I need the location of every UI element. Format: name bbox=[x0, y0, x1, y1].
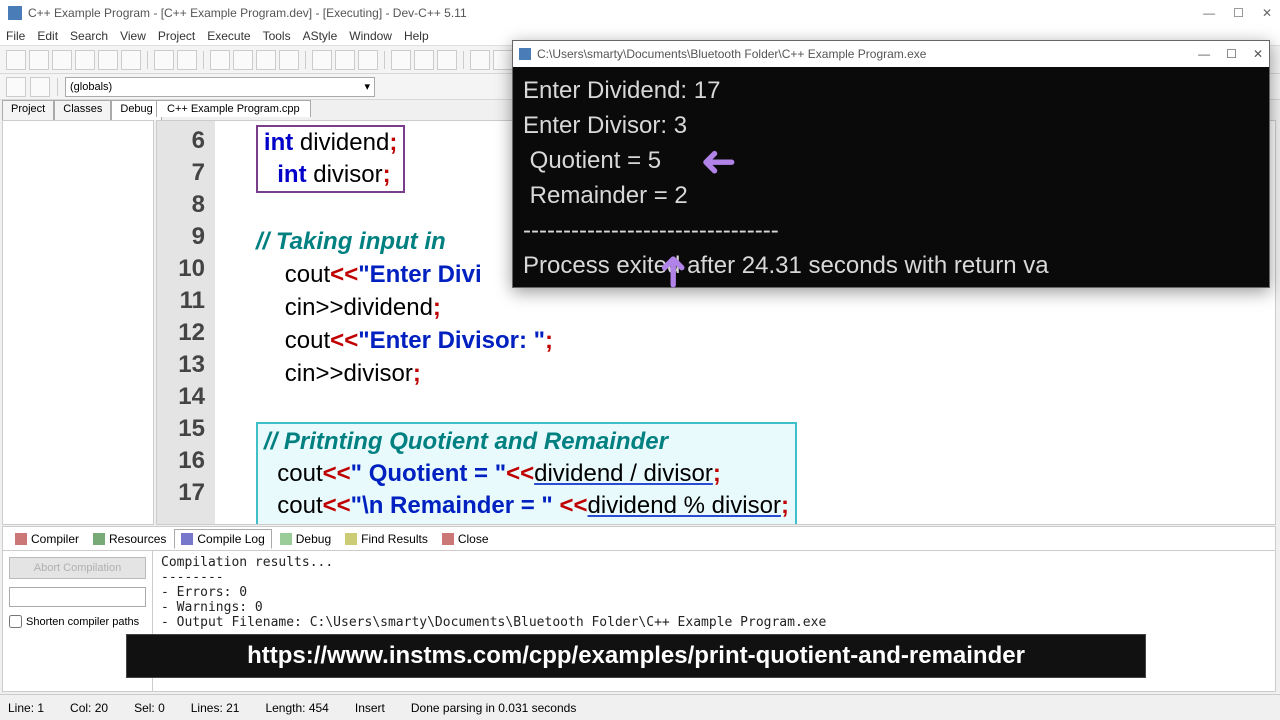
abort-compilation-button[interactable]: Abort Compilation bbox=[9, 557, 146, 579]
minimize-button[interactable]: — bbox=[1203, 6, 1215, 20]
menu-project[interactable]: Project bbox=[158, 29, 195, 43]
tb-print-icon[interactable] bbox=[121, 50, 141, 70]
status-sel: Sel: 0 bbox=[134, 701, 165, 715]
line-gutter: 678 91011 121314 151617 bbox=[157, 121, 215, 524]
menu-window[interactable]: Window bbox=[349, 29, 392, 43]
console-icon bbox=[519, 48, 531, 60]
btab-compiler[interactable]: Compiler bbox=[9, 530, 85, 548]
file-tab[interactable]: C++ Example Program.cpp bbox=[156, 100, 311, 117]
tab-debug[interactable]: Debug bbox=[111, 100, 161, 120]
sidebar-tabs: Project Classes Debug bbox=[2, 100, 152, 120]
tb-close-icon[interactable] bbox=[98, 50, 118, 70]
console-close-button[interactable]: ✕ bbox=[1253, 47, 1263, 61]
console-maximize-button[interactable]: ☐ bbox=[1226, 47, 1237, 61]
close-icon bbox=[442, 533, 454, 545]
status-col: Col: 20 bbox=[70, 701, 108, 715]
status-bar: Line: 1 Col: 20 Sel: 0 Lines: 21 Length:… bbox=[0, 694, 1280, 720]
btab-compilelog[interactable]: Compile Log bbox=[174, 529, 271, 549]
console-minimize-button[interactable]: — bbox=[1198, 47, 1210, 61]
arrow-annotation-icon: ➜ bbox=[700, 136, 737, 187]
menu-view[interactable]: View bbox=[120, 29, 146, 43]
window-titlebar: C++ Example Program - [C++ Example Progr… bbox=[0, 0, 1280, 26]
debug-icon bbox=[280, 533, 292, 545]
bottom-tabs: Compiler Resources Compile Log Debug Fin… bbox=[3, 527, 1275, 551]
status-insert: Insert bbox=[355, 701, 385, 715]
btab-debug[interactable]: Debug bbox=[274, 530, 337, 548]
tab-project[interactable]: Project bbox=[2, 100, 54, 120]
console-titlebar: C:\Users\smarty\Documents\Bluetooth Fold… bbox=[513, 41, 1269, 67]
tb-fwd-icon[interactable] bbox=[30, 77, 50, 97]
tb-sep bbox=[57, 78, 58, 96]
resources-icon bbox=[93, 533, 105, 545]
menu-astyle[interactable]: AStyle bbox=[303, 29, 338, 43]
status-line: Line: 1 bbox=[8, 701, 44, 715]
console-output: Enter Dividend: 17 Enter Divisor: 3 Quot… bbox=[513, 67, 1269, 289]
console-title-text: C:\Users\smarty\Documents\Bluetooth Fold… bbox=[537, 47, 926, 61]
tb-sep bbox=[203, 51, 204, 69]
menu-tools[interactable]: Tools bbox=[263, 29, 291, 43]
file-tabs: C++ Example Program.cpp bbox=[156, 100, 311, 117]
tb-profile-icon[interactable] bbox=[358, 50, 378, 70]
tb-stop-icon[interactable] bbox=[335, 50, 355, 70]
tb-find-icon[interactable] bbox=[470, 50, 490, 70]
app-icon bbox=[8, 6, 22, 20]
shorten-paths-checkbox[interactable]: Shorten compiler paths bbox=[9, 615, 146, 628]
chevron-down-icon: ▾ bbox=[364, 80, 370, 93]
globals-dropdown[interactable]: (globals) ▾ bbox=[65, 77, 375, 97]
btab-resources[interactable]: Resources bbox=[87, 530, 172, 548]
compile-input[interactable] bbox=[9, 587, 146, 607]
tb-undo-icon[interactable] bbox=[154, 50, 174, 70]
menu-execute[interactable]: Execute bbox=[207, 29, 250, 43]
tb-sep bbox=[305, 51, 306, 69]
find-icon bbox=[345, 533, 357, 545]
tb-sep bbox=[463, 51, 464, 69]
tb-redo-icon[interactable] bbox=[177, 50, 197, 70]
tb-new-icon[interactable] bbox=[6, 50, 26, 70]
menu-help[interactable]: Help bbox=[404, 29, 429, 43]
tb-compile-icon[interactable] bbox=[210, 50, 230, 70]
status-done: Done parsing in 0.031 seconds bbox=[411, 701, 576, 715]
tb-sep bbox=[384, 51, 385, 69]
tb-back-icon[interactable] bbox=[6, 77, 26, 97]
url-banner: https://www.instms.com/cpp/examples/prin… bbox=[126, 634, 1146, 678]
menu-search[interactable]: Search bbox=[70, 29, 108, 43]
tb-copy-icon[interactable] bbox=[414, 50, 434, 70]
menu-edit[interactable]: Edit bbox=[37, 29, 58, 43]
tb-open-icon[interactable] bbox=[29, 50, 49, 70]
tb-compilerun-icon[interactable] bbox=[256, 50, 276, 70]
globals-label: (globals) bbox=[70, 81, 112, 93]
close-button[interactable]: ✕ bbox=[1262, 6, 1272, 20]
tb-save-icon[interactable] bbox=[52, 50, 72, 70]
compiler-icon bbox=[15, 533, 27, 545]
menu-file[interactable]: File bbox=[6, 29, 25, 43]
sidebar-body bbox=[2, 120, 154, 525]
status-length: Length: 454 bbox=[265, 701, 328, 715]
tb-run-icon[interactable] bbox=[233, 50, 253, 70]
tb-sep bbox=[147, 51, 148, 69]
window-title: C++ Example Program - [C++ Example Progr… bbox=[28, 6, 467, 20]
btab-close[interactable]: Close bbox=[436, 530, 495, 548]
tb-cut-icon[interactable] bbox=[391, 50, 411, 70]
status-lines: Lines: 21 bbox=[191, 701, 240, 715]
maximize-button[interactable]: ☐ bbox=[1233, 6, 1244, 20]
console-window: C:\Users\smarty\Documents\Bluetooth Fold… bbox=[512, 40, 1270, 288]
btab-findresults[interactable]: Find Results bbox=[339, 530, 434, 548]
tb-saveall-icon[interactable] bbox=[75, 50, 95, 70]
tab-classes[interactable]: Classes bbox=[54, 100, 111, 120]
tb-rebuild-icon[interactable] bbox=[279, 50, 299, 70]
tb-paste-icon[interactable] bbox=[437, 50, 457, 70]
arrow-annotation-icon: ➜ bbox=[647, 253, 698, 290]
compilelog-icon bbox=[181, 533, 193, 545]
tb-debug-icon[interactable] bbox=[312, 50, 332, 70]
tb-replace-icon[interactable] bbox=[493, 50, 513, 70]
